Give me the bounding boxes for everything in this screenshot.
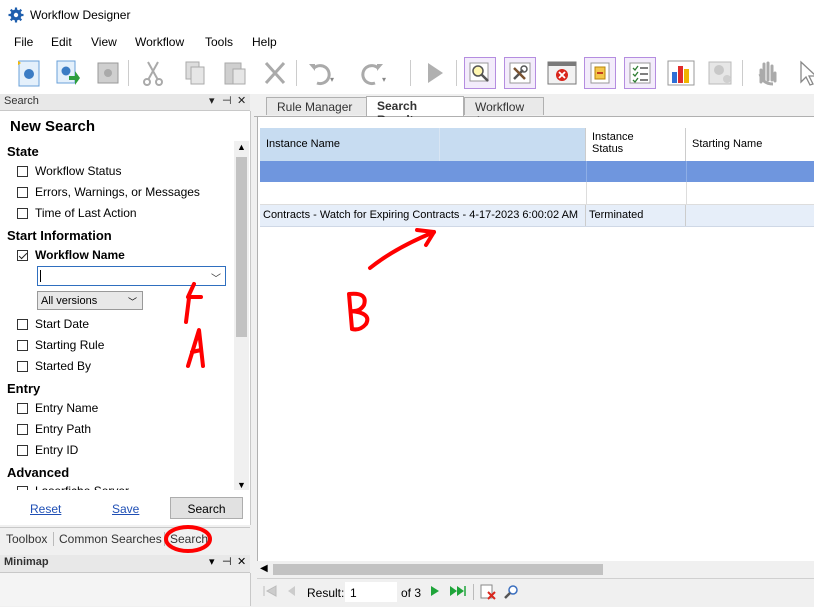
arrow-b-shaft	[368, 230, 436, 270]
annotation-overlay	[164, 228, 436, 553]
search-tab-circle	[164, 525, 212, 553]
letter-b-stroke	[347, 291, 370, 332]
arrow-a-shaft	[184, 296, 191, 324]
arrow-a-head	[186, 282, 203, 299]
letter-a-stroke	[186, 328, 205, 368]
